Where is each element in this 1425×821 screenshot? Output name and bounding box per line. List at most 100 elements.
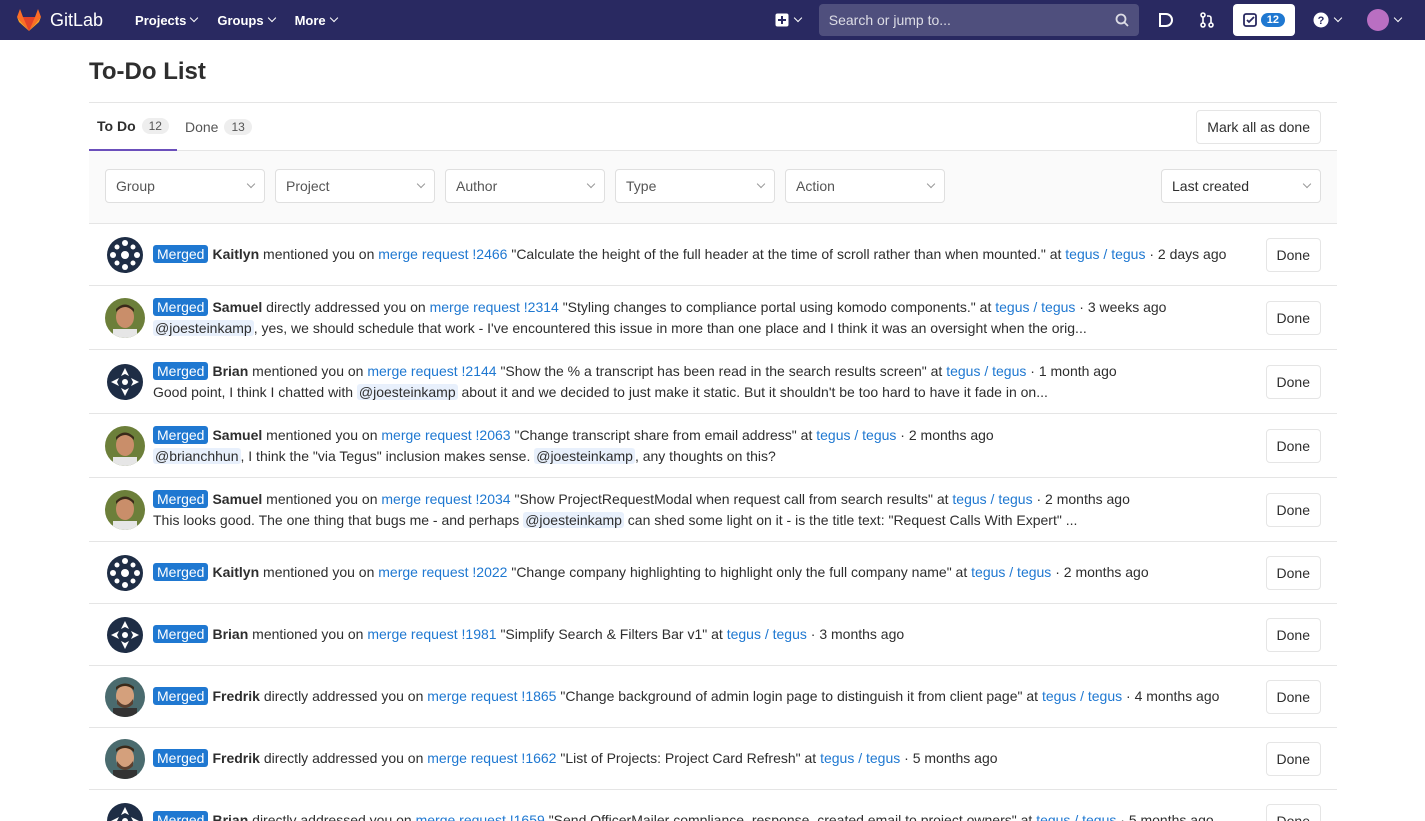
filter-author-dropdown[interactable]: Author (445, 169, 605, 203)
todo-time: 4 months ago (1134, 688, 1220, 704)
avatar[interactable] (105, 614, 145, 655)
todo-author[interactable]: Samuel (212, 299, 262, 315)
todo-author[interactable]: Brian (212, 626, 248, 642)
todo-project-link[interactable]: tegus / tegus (1042, 688, 1122, 704)
todo-title: "List of Projects: Project Card Refresh" (560, 750, 801, 766)
avatar[interactable] (105, 800, 145, 821)
todo-mr-link[interactable]: merge request !1865 (427, 688, 556, 704)
avatar[interactable] (105, 489, 145, 530)
todo-project-link[interactable]: tegus / tegus (971, 564, 1051, 580)
todo-action: mentioned you on (266, 426, 378, 443)
done-button[interactable]: Done (1265, 492, 1321, 527)
todo-mr-link[interactable]: merge request !1662 (427, 750, 556, 766)
todo-project-link[interactable]: tegus / tegus (820, 750, 900, 766)
todo-author[interactable]: Brian (212, 812, 248, 821)
todo-mr-link[interactable]: merge request !2022 (378, 564, 507, 580)
todos-button[interactable]: 12 (1232, 4, 1295, 36)
todo-project-link[interactable]: tegus / tegus (1036, 812, 1116, 821)
todo-author[interactable]: Kaitlyn (212, 564, 259, 580)
todo-mr-link[interactable]: merge request !2314 (430, 299, 559, 315)
done-button[interactable]: Done (1265, 803, 1321, 821)
todo-mr-link[interactable]: merge request !1659 (416, 812, 545, 821)
nav-groups-label: Groups (217, 12, 264, 28)
filter-type-dropdown[interactable]: Type (615, 169, 775, 203)
new-dropdown-button[interactable] (767, 7, 809, 33)
chevron-down-icon (756, 179, 766, 189)
done-button[interactable]: Done (1265, 428, 1321, 463)
todo-project-link[interactable]: tegus / tegus (816, 427, 896, 443)
done-button[interactable]: Done (1265, 555, 1321, 590)
todo-author[interactable]: Fredrik (212, 688, 259, 704)
todo-author[interactable]: Brian (212, 363, 248, 379)
todo-time: 2 months ago (1045, 490, 1130, 507)
todo-author[interactable]: Samuel (212, 427, 262, 443)
merge-request-icon (1199, 12, 1214, 28)
todo-mr-link[interactable]: merge request !2144 (367, 363, 496, 379)
todo-project-link[interactable]: tegus / tegus (995, 299, 1075, 315)
filter-action-label: Action (796, 178, 835, 194)
nav-projects[interactable]: Projects (127, 7, 205, 34)
merge-requests-button[interactable] (1191, 6, 1223, 34)
sort-label: Last created (1172, 178, 1250, 194)
todo-mr-link[interactable]: merge request !2466 (378, 246, 507, 262)
todo-item: Merged Brian mentioned you on merge reque… (89, 350, 1337, 414)
avatar[interactable] (105, 297, 145, 338)
done-button[interactable]: Done (1265, 741, 1321, 776)
search-box[interactable] (818, 4, 1139, 36)
filter-project-label: Project (286, 178, 330, 194)
done-button[interactable]: Done (1265, 364, 1321, 399)
nav-groups[interactable]: Groups (209, 7, 282, 34)
todo-author[interactable]: Kaitlyn (212, 246, 259, 262)
user-mention[interactable]: @joesteinkamp (356, 383, 458, 400)
todo-note-text: This looks good. The one thing that bugs… (153, 511, 524, 528)
tab-todo[interactable]: To Do 12 (89, 103, 177, 151)
brand[interactable]: GitLab (16, 8, 103, 32)
help-button[interactable]: ? (1305, 6, 1349, 34)
todo-author[interactable]: Fredrik (212, 750, 259, 766)
todo-time: 1 month ago (1038, 362, 1117, 379)
filter-action-dropdown[interactable]: Action (785, 169, 945, 203)
filter-project-dropdown[interactable]: Project (275, 169, 435, 203)
nav-more[interactable]: More (287, 7, 345, 34)
issues-button[interactable] (1149, 6, 1181, 34)
avatar[interactable] (105, 676, 145, 717)
avatar[interactable] (105, 425, 145, 466)
tab-done[interactable]: Done 13 (177, 103, 260, 151)
todo-title: "Styling changes to compliance portal us… (562, 298, 976, 315)
done-button[interactable]: Done (1265, 679, 1321, 714)
todo-item: Merged Kaitlyn mentioned you on merge req… (89, 224, 1337, 286)
chevron-down-icon (793, 13, 802, 23)
plus-square-icon (775, 13, 789, 27)
todo-project-link[interactable]: tegus / tegus (727, 626, 807, 642)
filter-group-dropdown[interactable]: Group (105, 169, 265, 203)
mark-all-done-button[interactable]: Mark all as done (1196, 109, 1321, 144)
todo-note: @joesteinkamp, yes, we should schedule t… (153, 318, 1254, 339)
user-mention[interactable]: @joesteinkamp (523, 511, 624, 528)
user-mention[interactable]: @brianchhun (153, 447, 241, 464)
todo-action: mentioned you on (252, 362, 364, 379)
todo-item: Merged Brian directly addressed you on me… (89, 790, 1337, 821)
done-button[interactable]: Done (1265, 237, 1321, 272)
todo-project-link[interactable]: tegus / tegus (1065, 246, 1145, 262)
todo-project-link[interactable]: tegus / tegus (946, 363, 1026, 379)
done-button[interactable]: Done (1265, 300, 1321, 335)
todo-author[interactable]: Samuel (212, 491, 262, 507)
todo-time: 2 months ago (908, 426, 994, 443)
sort-dropdown[interactable]: Last created (1161, 169, 1321, 203)
avatar[interactable] (105, 234, 145, 275)
avatar[interactable] (105, 361, 145, 402)
user-menu-button[interactable] (1359, 3, 1409, 37)
todo-mr-link[interactable]: merge request !2063 (381, 427, 510, 443)
chevron-down-icon (926, 179, 936, 189)
avatar[interactable] (105, 738, 145, 779)
done-button[interactable]: Done (1265, 617, 1321, 652)
help-icon: ? (1313, 12, 1329, 28)
todo-mr-link[interactable]: merge request !2034 (381, 491, 510, 507)
search-input[interactable] (828, 12, 1115, 28)
user-mention[interactable]: @joesteinkamp (534, 447, 635, 464)
status-badge: Merged (153, 245, 209, 263)
avatar[interactable] (105, 552, 145, 593)
todo-mr-link[interactable]: merge request !1981 (367, 626, 496, 642)
user-mention[interactable]: @joesteinkamp (153, 319, 254, 336)
todo-project-link[interactable]: tegus / tegus (952, 491, 1032, 507)
